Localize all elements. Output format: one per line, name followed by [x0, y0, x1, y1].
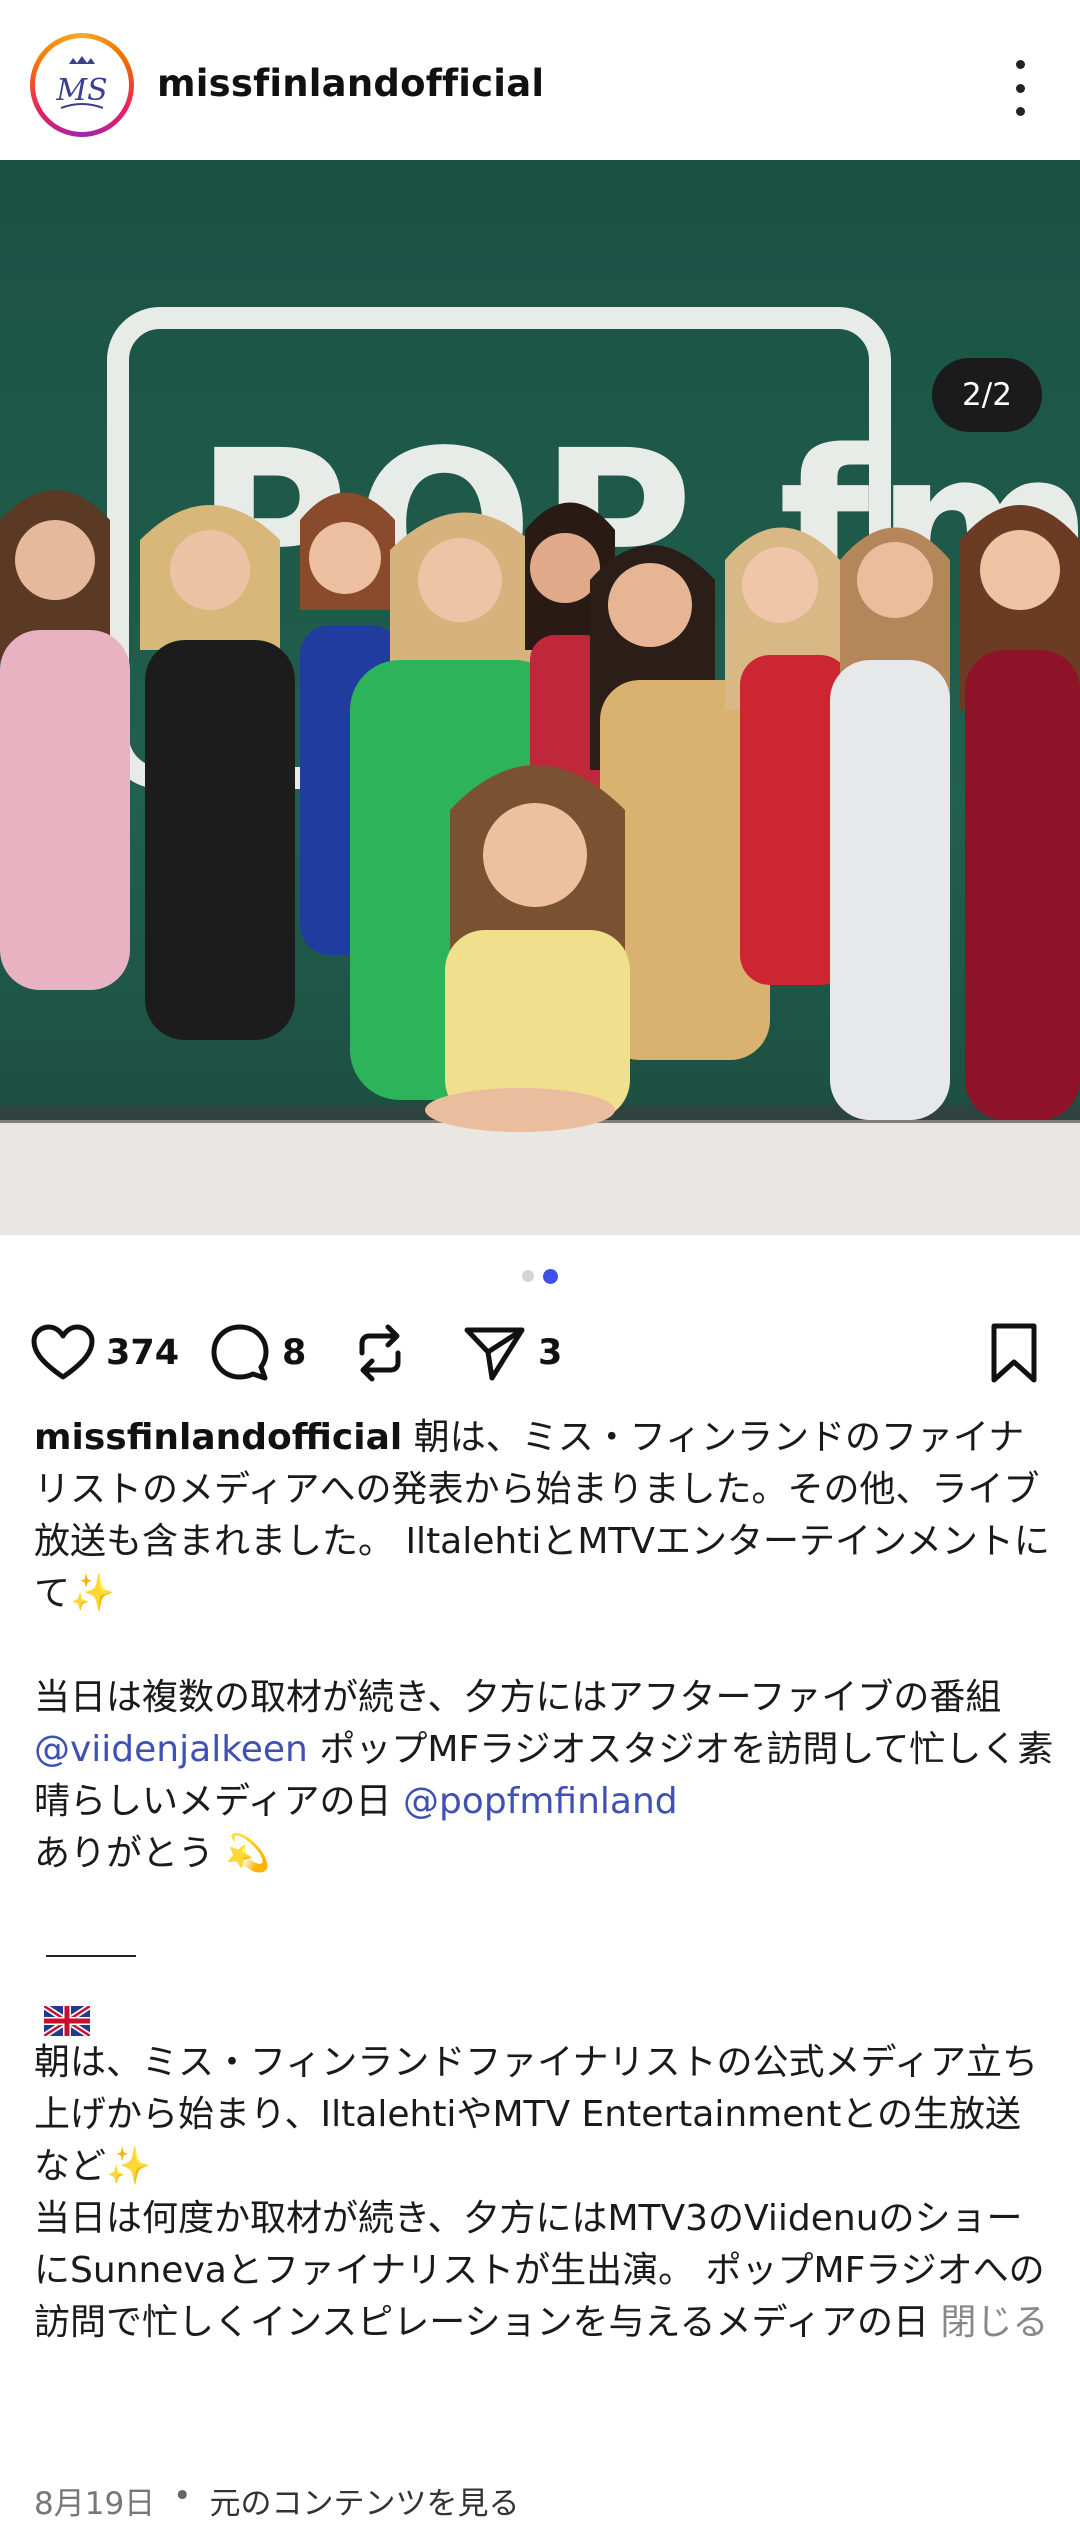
- mention-popfmfinland[interactable]: @popfmfinland: [403, 1781, 678, 1822]
- repost-button[interactable]: [350, 1318, 410, 1388]
- comment-count: 8: [282, 1333, 307, 1373]
- save-bookmark-button[interactable]: [985, 1318, 1043, 1388]
- share-button[interactable]: 3: [462, 1318, 562, 1388]
- post-photo[interactable]: POP fm 2/2: [0, 160, 1080, 1235]
- post-caption: missfinlandofficial 朝は、ミス・フィンランドのファイナリスト…: [34, 1412, 1054, 2349]
- mention-viidenjalkeen[interactable]: @viidenjalkeen: [34, 1729, 308, 1770]
- miss-finland-logo-icon: MS: [40, 43, 124, 127]
- more-options-button[interactable]: [998, 60, 1042, 116]
- post-username[interactable]: missfinlandofficial: [157, 62, 544, 105]
- photo-illustration: POP fm: [0, 160, 1080, 1235]
- heart-icon: [31, 1324, 95, 1380]
- divider-line: [46, 1955, 136, 1957]
- photo-counter-badge: 2/2: [932, 358, 1042, 432]
- uk-flag-icon: [42, 1999, 92, 2039]
- more-dots-icon: [1015, 60, 1025, 69]
- repost-icon: [359, 1324, 401, 1382]
- svg-text:MS: MS: [55, 73, 107, 108]
- send-paper-plane-icon: [464, 1327, 525, 1381]
- caption-paragraph-1: missfinlandofficial 朝は、ミス・フィンランドのファイナリスト…: [34, 1417, 1050, 1614]
- collapse-caption-link[interactable]: 閉じる: [940, 2302, 1048, 2343]
- post-footer: 8月19日 • 元のコンテンツを見る: [34, 2478, 519, 2523]
- caption-username[interactable]: missfinlandofficial: [34, 1417, 402, 1458]
- carousel-indicator: [522, 1269, 558, 1284]
- comment-bubble-icon: [211, 1324, 269, 1381]
- caption-paragraph-3: 朝は、ミス・フィンランドファイナリストの公式メディア立ち上げから始まり、Ilta…: [34, 2042, 1039, 2187]
- profile-avatar[interactable]: MS: [30, 33, 134, 137]
- post-date: 8月19日: [34, 2486, 156, 2522]
- carousel-dot-active: [543, 1269, 558, 1284]
- view-original-content-link[interactable]: 元のコンテンツを見る: [209, 2478, 519, 2523]
- post-header: MS missfinlandofficial: [0, 0, 1080, 160]
- bookmark-icon: [991, 1323, 1037, 1383]
- like-count: 374: [106, 1333, 180, 1373]
- caption-paragraph-4: 当日は何度か取材が続き、夕方にはMTV3のViidenuのショーにSunneva…: [34, 2198, 1049, 2343]
- carousel-dot: [522, 1270, 534, 1282]
- caption-paragraph-2: 当日は複数の取材が続き、夕方にはアフターファイブの番組 @viidenjalke…: [34, 1677, 1054, 1874]
- share-count: 3: [538, 1333, 563, 1373]
- footer-separator: •: [173, 2478, 192, 2514]
- like-button[interactable]: 374: [30, 1318, 179, 1388]
- comment-button[interactable]: 8: [208, 1318, 306, 1388]
